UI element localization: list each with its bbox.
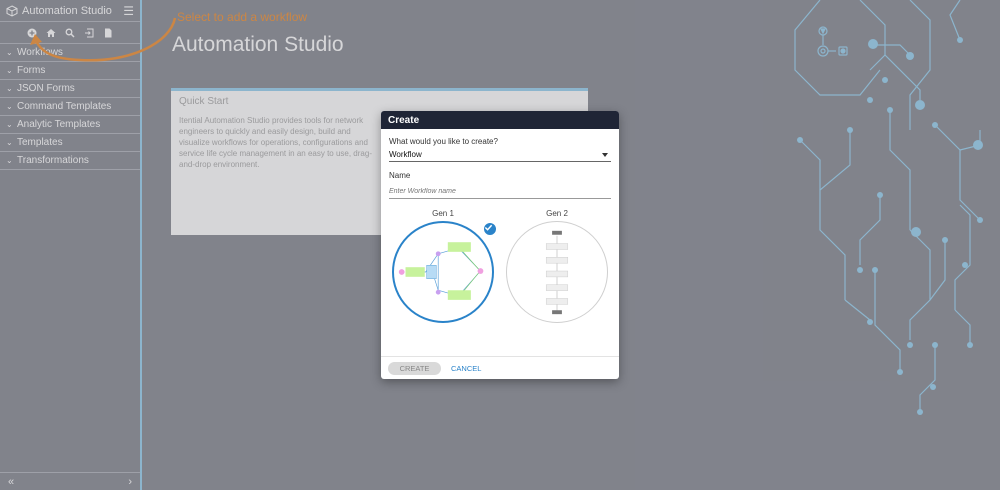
create-dialog: Create What would you like to create? Wo… xyxy=(381,111,619,379)
gen1-label: Gen 1 xyxy=(432,209,454,218)
gen2-diagram-graphic xyxy=(545,230,569,315)
generation-options: Gen 1 Gen 2 xyxy=(389,209,611,323)
name-label: Name xyxy=(389,171,411,180)
gen2-label: Gen 2 xyxy=(546,209,568,218)
workflow-name-input[interactable] xyxy=(389,185,611,199)
dialog-title: Create xyxy=(381,111,619,129)
dialog-body: What would you like to create? Workflow … xyxy=(381,129,619,323)
gen2-preview[interactable] xyxy=(506,221,608,323)
selected-check-icon xyxy=(482,221,498,237)
dialog-footer: CREATE CANCEL xyxy=(381,356,619,379)
create-button[interactable]: CREATE xyxy=(388,361,441,375)
gen2-option[interactable]: Gen 2 xyxy=(506,209,608,323)
gen1-preview[interactable] xyxy=(392,221,498,323)
gen1-option[interactable]: Gen 1 xyxy=(392,209,498,323)
type-question-label: What would you like to create? xyxy=(389,137,498,146)
cancel-button[interactable]: CANCEL xyxy=(451,364,481,373)
caret-down-icon xyxy=(602,152,608,157)
gen1-diagram-graphic xyxy=(398,242,484,300)
type-select-value: Workflow xyxy=(389,150,422,159)
type-select[interactable]: Workflow xyxy=(389,148,611,162)
